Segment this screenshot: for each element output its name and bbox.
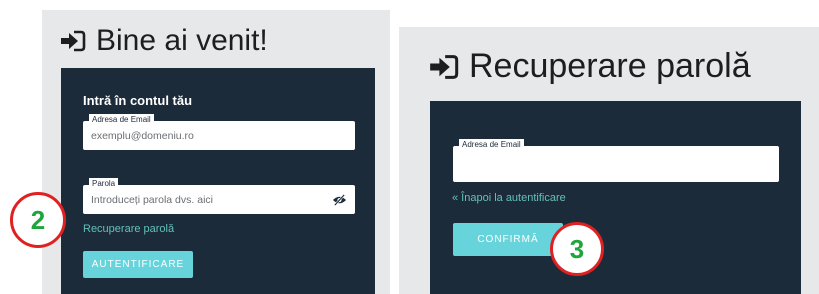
recovery-email-input[interactable] bbox=[461, 146, 722, 182]
step-badge-2: 2 bbox=[10, 192, 66, 248]
login-card-title: Intră în contul tău bbox=[83, 93, 193, 108]
email-input-placeholder[interactable]: exemplu@domeniu.ro bbox=[91, 121, 309, 150]
sign-in-icon bbox=[61, 30, 86, 52]
login-panel: Bine ai venit! Intră în contul tău Adres… bbox=[42, 10, 390, 294]
password-field[interactable]: Parola Introduceți parola dvs. aici bbox=[83, 178, 355, 214]
email-field[interactable]: Adresa de Email exemplu@domeniu.ro bbox=[83, 114, 355, 150]
recovery-heading-text: Recuperare parolă bbox=[469, 47, 751, 85]
step-badge-3: 3 bbox=[550, 222, 604, 276]
sign-in-icon bbox=[430, 54, 459, 79]
login-heading: Bine ai venit! bbox=[60, 24, 268, 58]
recovery-heading: Recuperare parolă bbox=[429, 47, 751, 86]
recover-password-link[interactable]: Recuperare parolă bbox=[83, 223, 174, 235]
recovery-card: Adresa de Email « Înapoi la autentificar… bbox=[430, 101, 801, 294]
login-button[interactable]: AUTENTIFICARE bbox=[83, 251, 193, 278]
login-heading-text: Bine ai venit! bbox=[96, 24, 268, 57]
eye-slash-icon[interactable] bbox=[332, 193, 347, 206]
back-to-login-link[interactable]: « Înapoi la autentificare bbox=[452, 192, 566, 204]
recovery-email-field[interactable]: Adresa de Email bbox=[453, 139, 779, 182]
login-card: Intră în contul tău Adresa de Email exem… bbox=[61, 68, 375, 294]
recovery-panel: Recuperare parolă Adresa de Email « Înap… bbox=[399, 27, 819, 294]
password-input-placeholder[interactable]: Introduceți parola dvs. aici bbox=[91, 185, 309, 214]
confirm-button[interactable]: CONFIRMĂ bbox=[453, 223, 563, 256]
